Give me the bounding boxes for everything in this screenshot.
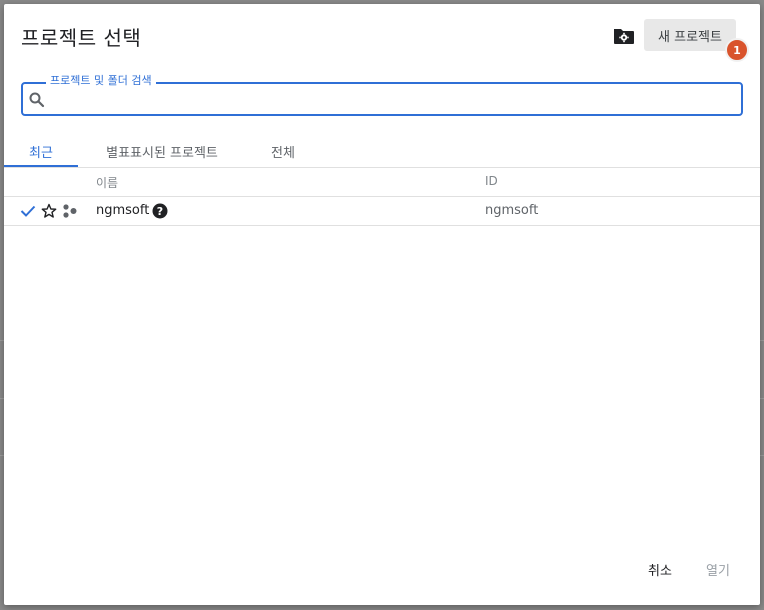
project-id: ngmsoft — [485, 203, 539, 218]
help-icon[interactable]: ? — [152, 203, 168, 219]
tab-starred[interactable]: 별표표시된 프로젝트 — [88, 134, 236, 168]
row-divider — [4, 225, 760, 226]
manage-resources-button[interactable] — [611, 23, 637, 49]
project-name[interactable]: ngmsoft — [96, 203, 149, 218]
svg-text:?: ? — [157, 205, 163, 218]
select-project-dialog: 프로젝트 선택 새 프로젝트 1 프로젝트 및 폴더 검색 최근 별표표시된 프… — [4, 4, 760, 605]
dialog-title: 프로젝트 선택 — [21, 26, 142, 50]
search-input[interactable] — [52, 86, 736, 112]
tab-all[interactable]: 전체 — [256, 134, 310, 168]
table-row[interactable]: ngmsoft ? ngmsoft — [4, 197, 760, 226]
cancel-button[interactable]: 취소 — [648, 560, 672, 579]
tab-recent[interactable]: 최근 — [4, 134, 78, 168]
column-header-name[interactable]: 이름 — [96, 174, 118, 191]
star-icon[interactable] — [40, 202, 58, 220]
folder-gear-icon — [614, 29, 634, 44]
search-icon — [29, 92, 45, 108]
new-project-button[interactable]: 새 프로젝트 — [644, 19, 736, 51]
tabs-divider — [4, 167, 760, 168]
check-icon — [19, 202, 37, 220]
open-button[interactable]: 열기 — [706, 560, 730, 579]
project-dots-icon — [61, 202, 79, 220]
tab-bar: 최근 별표표시된 프로젝트 전체 — [4, 134, 760, 168]
column-header-id[interactable]: ID — [485, 174, 498, 188]
notification-badge: 1 — [725, 38, 749, 62]
